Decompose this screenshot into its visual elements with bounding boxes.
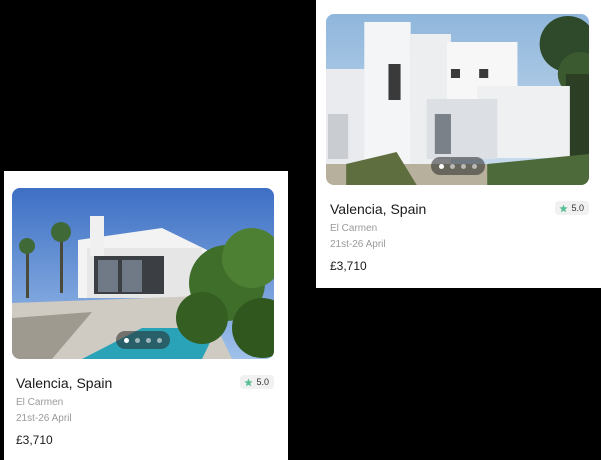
listing-card[interactable]: Valencia, Spain 5.0 El Carmen 21st-26 Ap… [4, 171, 288, 460]
carousel-dot[interactable] [157, 337, 162, 343]
carousel-dot[interactable] [124, 337, 129, 343]
listing-price: £3,710 [330, 259, 367, 273]
carousel-dot[interactable] [449, 163, 455, 169]
star-icon [244, 377, 254, 386]
carousel-indicator[interactable] [430, 157, 485, 175]
listing-title[interactable]: Valencia, Spain [330, 201, 589, 217]
carousel-dot[interactable] [135, 337, 140, 343]
rating-badge: 5.0 [240, 375, 274, 389]
listing-card[interactable]: Valencia, Spain 5.0 El Carmen 21st-26 Ap… [316, 0, 601, 288]
carousel-dot[interactable] [471, 163, 477, 169]
carousel-dot[interactable] [438, 163, 444, 169]
listing-area: El Carmen [16, 397, 64, 408]
carousel-dot[interactable] [146, 337, 151, 343]
listing-dates: 21st-26 April [16, 413, 72, 424]
listing-title[interactable]: Valencia, Spain [16, 375, 274, 391]
listing-info: Valencia, Spain 5.0 El Carmen 21st-26 Ap… [12, 375, 274, 447]
rating-badge: 5.0 [555, 201, 589, 215]
star-icon [559, 203, 569, 212]
listing-price: £3,710 [16, 433, 53, 447]
rating-value: 5.0 [571, 203, 584, 213]
carousel-dot[interactable] [460, 163, 466, 169]
listing-dates: 21st-26 April [330, 239, 386, 250]
listing-area: El Carmen [330, 223, 378, 234]
listing-photo[interactable] [326, 14, 589, 185]
rating-value: 5.0 [256, 377, 269, 387]
carousel-indicator[interactable] [116, 331, 170, 349]
listing-photo[interactable] [12, 188, 274, 359]
listing-info: Valencia, Spain 5.0 El Carmen 21st-26 Ap… [326, 201, 589, 273]
